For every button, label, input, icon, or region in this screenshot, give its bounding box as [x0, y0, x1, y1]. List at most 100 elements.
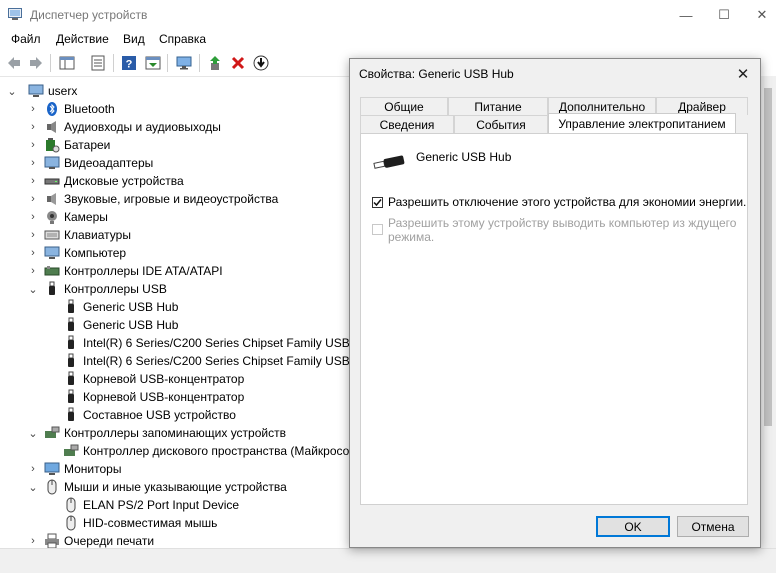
tree-category[interactable]: Дисковые устройства — [44, 172, 184, 190]
update-driver-button[interactable] — [205, 53, 225, 73]
collapse-chevron-icon[interactable]: ⌄ — [28, 280, 38, 298]
title-bar: Диспетчер устройств — ☐ ✕ — [0, 0, 776, 30]
tree-category[interactable]: Контроллеры USB — [44, 280, 167, 298]
uninstall-device-button[interactable] — [228, 53, 248, 73]
close-button[interactable]: ✕ — [740, 0, 776, 30]
cancel-button[interactable]: Отмена — [677, 516, 749, 537]
tree-category-label: Дисковые устройства — [64, 174, 184, 188]
mouse-icon — [63, 497, 79, 513]
menu-help[interactable]: Справка — [159, 32, 206, 46]
tree-category[interactable]: Bluetooth — [44, 100, 115, 118]
tree-device-label: Корневой USB-концентратор — [83, 372, 245, 386]
collapse-chevron-icon[interactable]: ⌄ — [7, 82, 17, 100]
scrollbar-thumb[interactable] — [764, 88, 772, 426]
tree-category[interactable]: Клавиатуры — [44, 226, 131, 244]
help-button[interactable]: ? — [119, 53, 139, 73]
tree-category[interactable]: Компьютер — [44, 244, 126, 262]
tree-category[interactable]: Мониторы — [44, 460, 121, 478]
menu-action[interactable]: Действие — [56, 32, 109, 46]
forward-arrow-icon — [30, 57, 42, 69]
expand-chevron-icon[interactable]: › — [28, 244, 38, 262]
tree-device[interactable]: Generic USB Hub — [63, 298, 178, 316]
tree-category[interactable]: Аудиовходы и аудиовыходы — [44, 118, 221, 136]
tree-device[interactable]: Составное USB устройство — [63, 406, 236, 424]
tree-device[interactable]: Корневой USB-концентратор — [63, 370, 244, 388]
forward-button[interactable] — [26, 53, 46, 73]
usb-icon — [63, 317, 79, 333]
tree-category-label: Камеры — [64, 210, 108, 224]
show-hide-tree-button[interactable] — [57, 53, 77, 73]
tree-root[interactable]: userx — [28, 82, 77, 100]
expand-chevron-icon[interactable]: › — [28, 262, 38, 280]
collapse-chevron-icon[interactable]: ⌄ — [28, 478, 38, 496]
disk-drive-icon — [44, 173, 60, 189]
allow-power-off-label[interactable]: Разрешить отключение этого устройства дл… — [388, 195, 746, 209]
tree-device-label: Intel(R) 6 Series/C200 Series Chipset Fa… — [83, 354, 368, 368]
tree-device[interactable]: Intel(R) 6 Series/C200 Series Chipset Fa… — [63, 334, 368, 352]
tree-category[interactable]: Видеоадаптеры — [44, 154, 153, 172]
tree-device-label: Корневой USB-концентратор — [83, 390, 245, 404]
dialog-close-button[interactable]: ✕ — [732, 63, 754, 85]
expand-chevron-icon[interactable]: › — [28, 460, 38, 478]
tree-category[interactable]: Батареи — [44, 136, 110, 154]
allow-wake-checkbox[interactable] — [372, 224, 383, 235]
tab-details[interactable]: Сведения — [360, 115, 454, 133]
tree-device[interactable]: Intel(R) 6 Series/C200 Series Chipset Fa… — [63, 352, 368, 370]
checkmark-icon — [373, 199, 382, 207]
tab-power-management[interactable]: Управление электропитанием — [548, 113, 736, 133]
properties-button[interactable] — [88, 53, 108, 73]
usb-icon — [63, 353, 79, 369]
toolbar-separator — [50, 54, 51, 72]
menu-file[interactable]: Файл — [11, 32, 41, 46]
tab-events[interactable]: События — [454, 115, 548, 133]
action-pane-button[interactable] — [143, 53, 163, 73]
expand-chevron-icon[interactable]: › — [28, 118, 38, 136]
menu-bar: Файл Действие Вид Справка — [0, 30, 776, 50]
horizontal-scrollbar[interactable] — [0, 548, 776, 573]
disable-device-button[interactable] — [251, 53, 271, 73]
display-adapter-icon — [44, 155, 60, 171]
ok-button[interactable]: OK — [596, 516, 670, 537]
tree-device[interactable]: HID-совместимая мышь — [63, 514, 217, 532]
expand-chevron-icon[interactable]: › — [28, 226, 38, 244]
device-name: Generic USB Hub — [416, 150, 512, 164]
expand-chevron-icon[interactable]: › — [28, 154, 38, 172]
scan-hardware-button[interactable] — [174, 53, 194, 73]
camera-icon — [44, 209, 60, 225]
close-icon: ✕ — [736, 66, 750, 83]
bluetooth-icon — [44, 101, 60, 117]
tree-device[interactable]: ELAN PS/2 Port Input Device — [63, 496, 239, 514]
tree-device[interactable]: Контроллер дискового пространства (Майкр… — [63, 442, 359, 460]
tree-device[interactable]: Корневой USB-концентратор — [63, 388, 244, 406]
expand-chevron-icon[interactable]: › — [28, 190, 38, 208]
expand-chevron-icon[interactable]: › — [28, 100, 38, 118]
vertical-scrollbar[interactable] — [760, 76, 776, 548]
tree-category[interactable]: Камеры — [44, 208, 108, 226]
tree-device[interactable]: Generic USB Hub — [63, 316, 178, 334]
back-button[interactable] — [4, 53, 24, 73]
collapse-chevron-icon[interactable]: ⌄ — [28, 424, 38, 442]
minimize-icon: — — [679, 7, 693, 23]
tree-device-label: ELAN PS/2 Port Input Device — [83, 498, 240, 512]
tab-label: Питание — [474, 99, 522, 114]
tree-category[interactable]: Контроллеры IDE ATA/ATAPI — [44, 262, 223, 280]
tree-category[interactable]: Мыши и иные указывающие устройства — [44, 478, 287, 496]
tree-category[interactable]: Контроллеры запоминающих устройств — [44, 424, 286, 442]
usb-plug-icon — [373, 155, 405, 169]
tree-device-label: HID-совместимая мышь — [83, 516, 218, 530]
cancel-label: Отмена — [691, 519, 735, 534]
tree-category[interactable]: Очереди печати — [44, 532, 154, 548]
allow-wake-label-line2: режима. — [388, 230, 435, 244]
tree-category[interactable]: Звуковые, игровые и видеоустройства — [44, 190, 278, 208]
allow-power-off-checkbox[interactable] — [372, 197, 383, 208]
tree-device-label: Составное USB устройство — [83, 408, 236, 422]
expand-chevron-icon[interactable]: › — [28, 136, 38, 154]
expand-chevron-icon[interactable]: › — [28, 532, 38, 548]
expand-chevron-icon[interactable]: › — [28, 208, 38, 226]
menu-view[interactable]: Вид — [123, 32, 145, 46]
expand-chevron-icon[interactable]: › — [28, 172, 38, 190]
update-driver-icon — [210, 56, 220, 70]
tree-device-label: Generic USB Hub — [83, 300, 179, 314]
tab-general[interactable]: Общие — [360, 97, 448, 115]
tab-power[interactable]: Питание — [448, 97, 548, 115]
